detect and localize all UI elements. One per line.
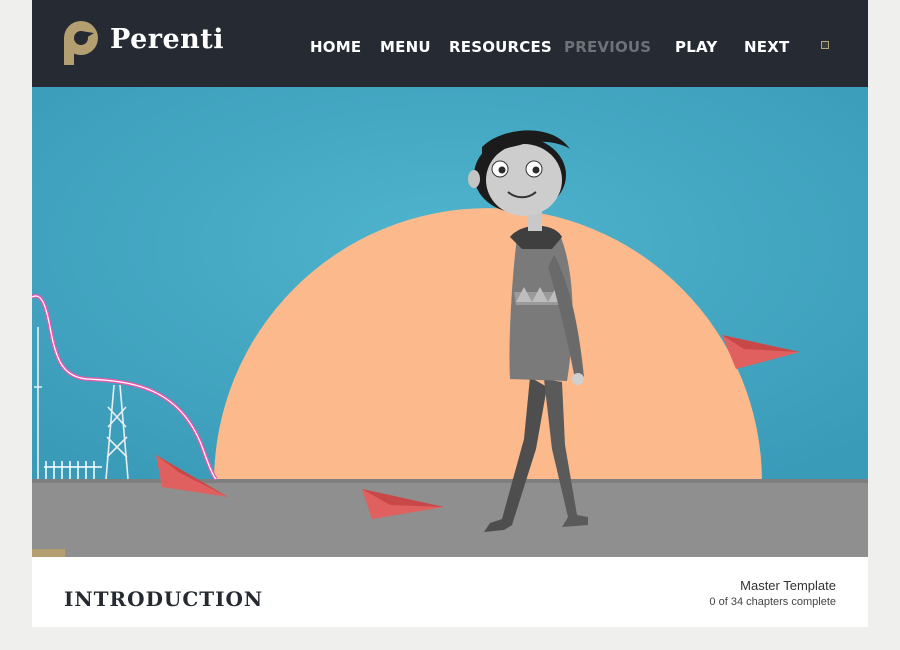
app-frame: Perenti HOME MENU RESOURCES PREVIOUS PLA… (32, 0, 868, 627)
video-progress-bar[interactable] (32, 549, 65, 557)
course-name: Master Template (740, 578, 836, 593)
chapter-footer: INTRODUCTION Master Template 0 of 34 cha… (32, 557, 868, 627)
nav-previous-button[interactable]: PREVIOUS (564, 38, 651, 56)
nav-home-button[interactable]: HOME (310, 38, 361, 56)
nav-resources-button[interactable]: RESOURCES (449, 38, 552, 56)
course-progress-text: 0 of 34 chapters complete (709, 596, 836, 608)
video-player[interactable] (32, 87, 868, 557)
window-square-icon[interactable] (821, 41, 829, 49)
nav-next-button[interactable]: NEXT (744, 38, 789, 56)
chapter-title: INTRODUCTION (64, 587, 264, 611)
perenti-logo-icon (64, 21, 98, 65)
brand-name: Perenti (110, 24, 225, 55)
video-frame-illustration (32, 87, 868, 557)
header-bar: Perenti HOME MENU RESOURCES PREVIOUS PLA… (32, 0, 868, 87)
nav-play-button[interactable]: PLAY (675, 38, 717, 56)
nav-menu-button[interactable]: MENU (380, 38, 431, 56)
